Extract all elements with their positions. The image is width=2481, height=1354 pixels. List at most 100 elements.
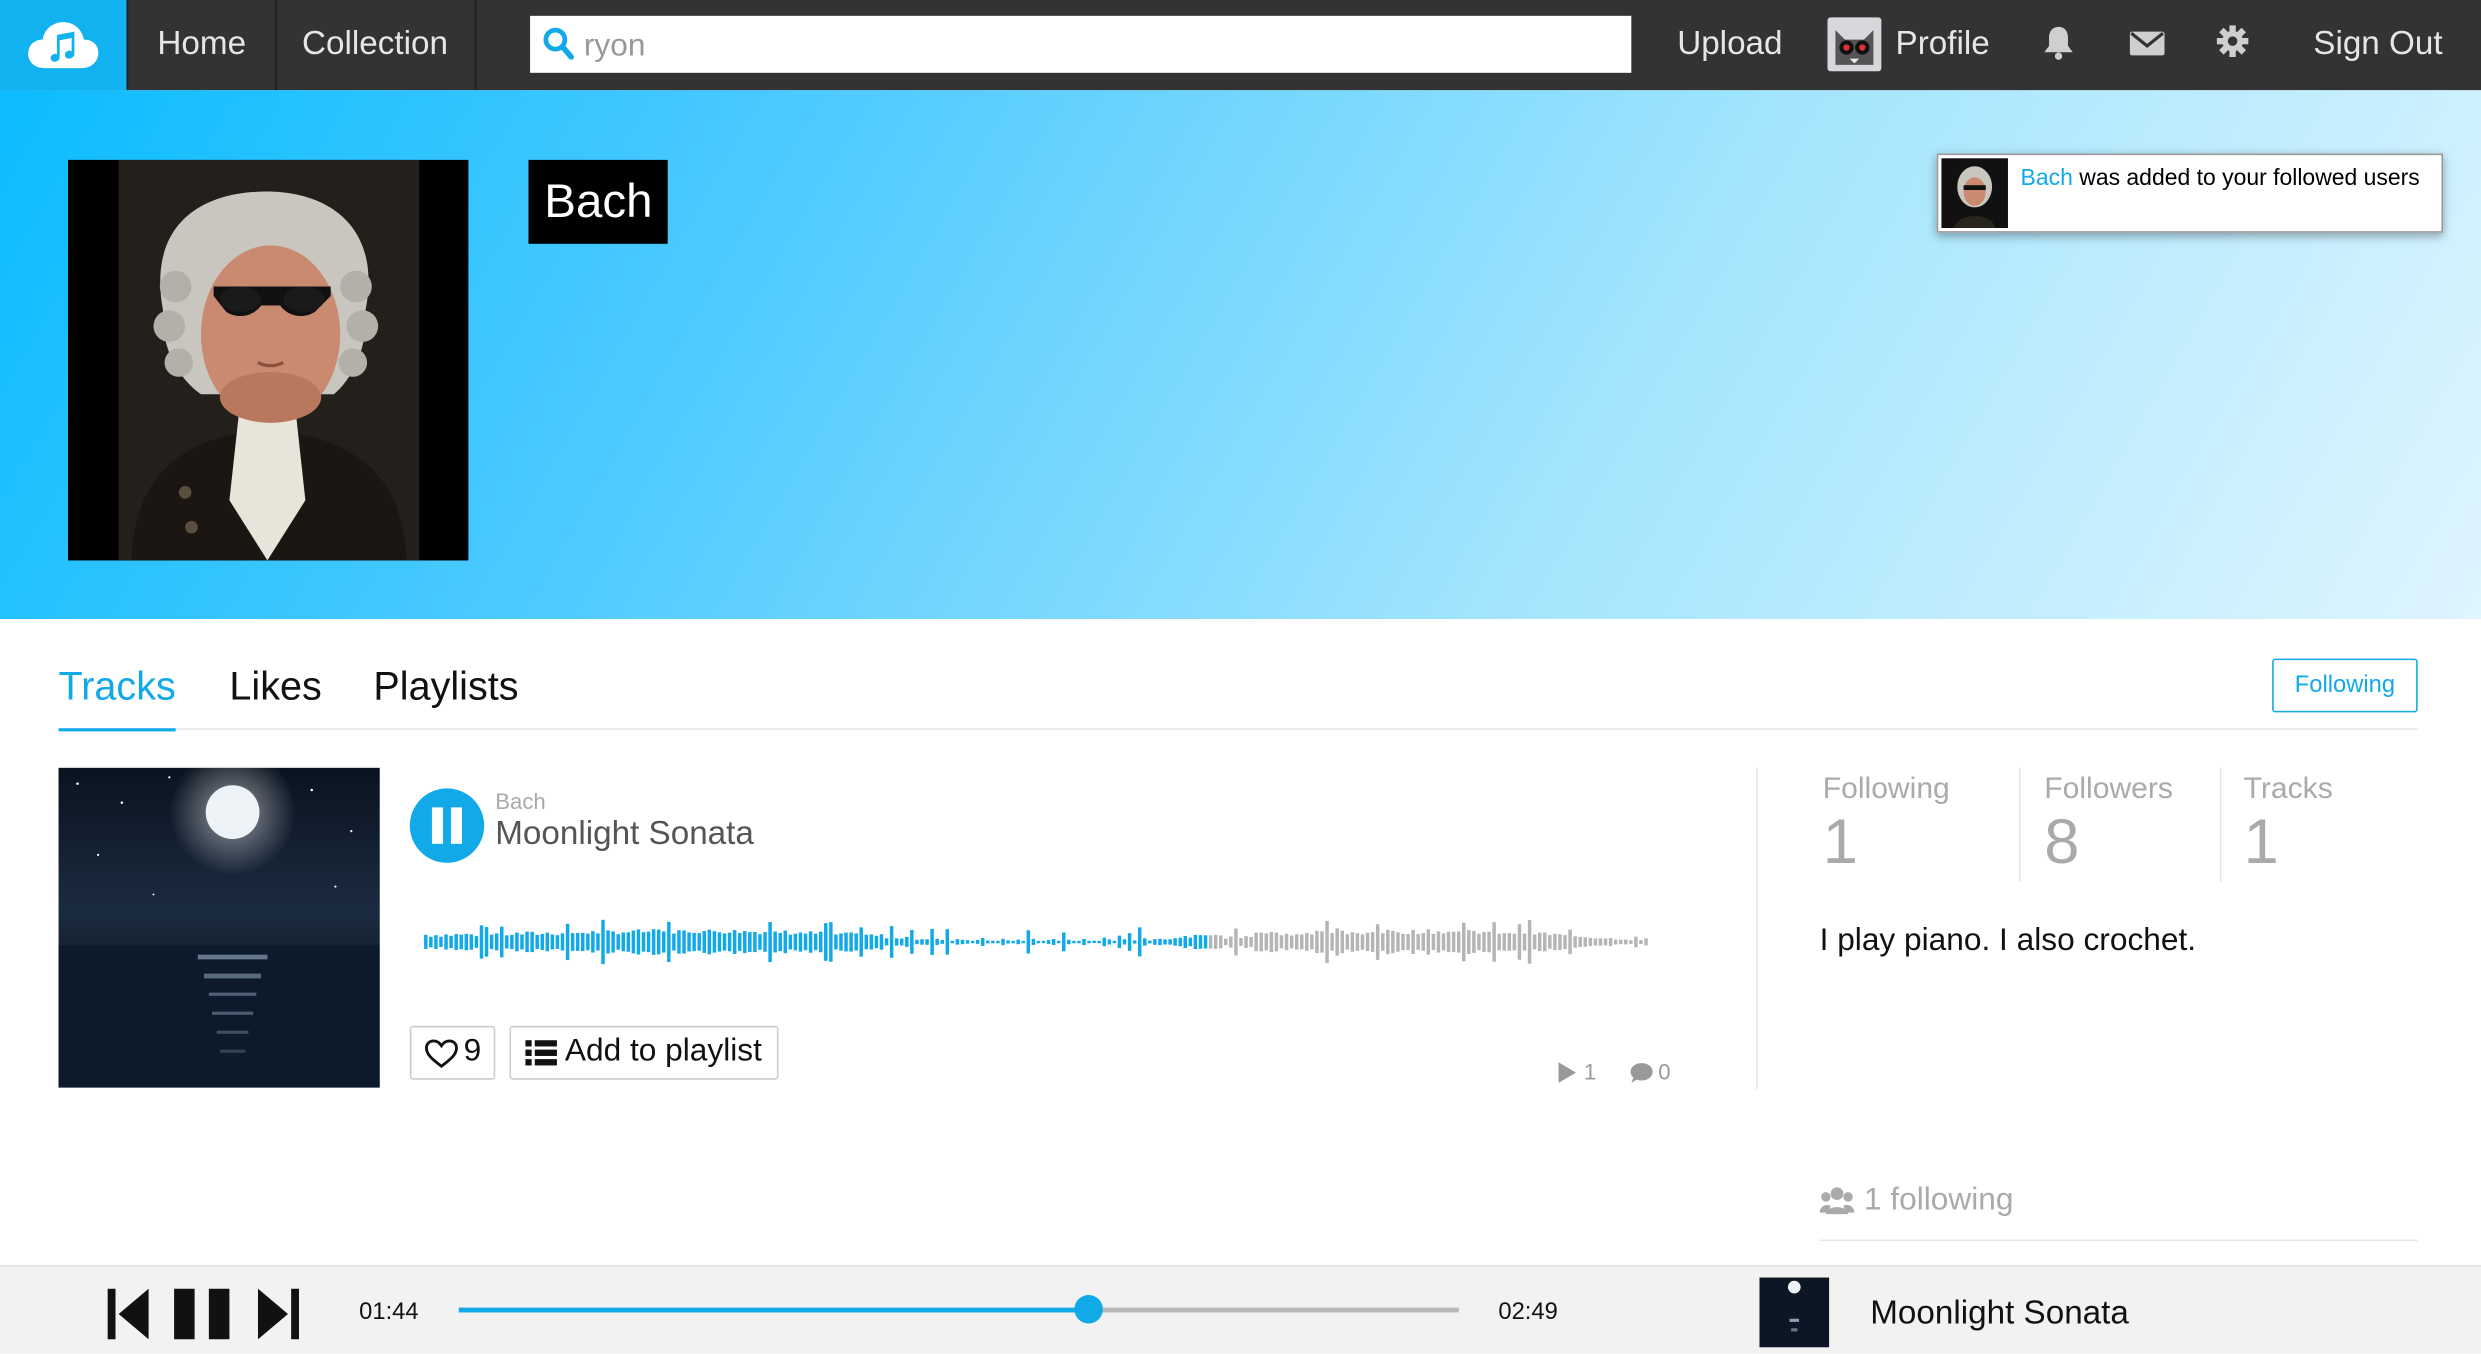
nav-sign-out-link[interactable]: Sign Out xyxy=(2313,0,2442,90)
tab-tracks[interactable]: Tracks xyxy=(58,665,176,732)
search-icon xyxy=(543,27,574,60)
bell-icon[interactable] xyxy=(2043,25,2075,60)
tab-playlists[interactable]: Playlists xyxy=(373,665,518,728)
waveform-bar xyxy=(515,932,519,952)
waveform-bar xyxy=(894,938,899,946)
waveform-bar xyxy=(1416,934,1420,950)
tab-likes[interactable]: Likes xyxy=(229,665,321,728)
waveform-bar xyxy=(1335,928,1339,956)
waveform-bar xyxy=(930,928,934,955)
profile-banner: Bach Bach was added to your followed use… xyxy=(0,90,2481,620)
waveform-bar xyxy=(550,934,555,950)
notification-toast[interactable]: Bach was added to your followed users xyxy=(1936,153,2444,233)
tracks-stat-count[interactable]: 1 xyxy=(2244,807,2279,878)
waveform-bar xyxy=(677,930,681,954)
waveform-bar xyxy=(570,933,575,951)
bach-thumbnail-image xyxy=(1941,158,2008,228)
followers-stat-count[interactable]: 8 xyxy=(2044,807,2079,878)
following-summary-text: 1 following xyxy=(1863,1182,2014,1218)
player-artwork[interactable] xyxy=(1759,1277,1830,1348)
waveform-bar xyxy=(1598,938,1603,946)
waveform-bar xyxy=(1143,938,1147,946)
waveform-bar xyxy=(889,926,894,958)
waveform-bar xyxy=(596,933,600,951)
waveform-bar xyxy=(1436,931,1441,953)
waveform-bar xyxy=(1299,934,1304,950)
heart-icon xyxy=(424,1039,458,1069)
following-button[interactable]: Following xyxy=(2272,658,2418,713)
waveform-bar xyxy=(1613,939,1618,945)
waveform-bar xyxy=(1553,933,1557,951)
waveform-bar xyxy=(996,940,1000,944)
like-button[interactable]: 9 xyxy=(409,1025,496,1080)
waveform-bar xyxy=(606,930,610,954)
waveform-bar xyxy=(1472,930,1476,953)
waveform-bar xyxy=(636,929,641,955)
notification-user-link[interactable]: Bach xyxy=(2021,166,2073,191)
waveform-bar xyxy=(1522,933,1527,951)
waveform-bar xyxy=(1446,931,1451,953)
waveform-bar xyxy=(854,933,858,951)
nav-upload-link[interactable]: Upload xyxy=(1677,0,1782,90)
waveform-bar xyxy=(469,934,474,950)
player-track-title[interactable]: Moonlight Sonata xyxy=(1870,1295,2129,1333)
progress-handle[interactable] xyxy=(1074,1295,1104,1324)
waveform-bar xyxy=(788,934,793,950)
waveform-bar xyxy=(1507,933,1512,951)
track-artwork[interactable] xyxy=(58,767,380,1088)
waveform-bar xyxy=(1532,934,1537,950)
waveform-bar xyxy=(454,934,458,951)
waveform-bar xyxy=(1305,933,1309,951)
waveform-bar xyxy=(1264,933,1269,951)
track-waveform[interactable] xyxy=(424,887,1658,998)
add-to-playlist-button[interactable]: Add to playlist xyxy=(509,1025,779,1080)
next-icon[interactable] xyxy=(257,1288,300,1340)
gear-icon[interactable] xyxy=(2216,25,2249,57)
waveform-bar xyxy=(1462,922,1466,962)
logo[interactable] xyxy=(0,0,127,91)
previous-icon[interactable] xyxy=(107,1288,149,1340)
waveform-bar xyxy=(1254,932,1258,952)
waveform-bar xyxy=(434,935,438,949)
waveform-bar xyxy=(1259,932,1263,952)
waveform-bar xyxy=(575,932,580,951)
nav-profile-link[interactable]: Profile xyxy=(1896,0,1990,90)
waveform-bar xyxy=(1355,933,1360,951)
pause-icon[interactable] xyxy=(174,1288,231,1340)
waveform-bar xyxy=(1041,940,1046,944)
waveform-bar xyxy=(581,932,585,951)
waveform-bar xyxy=(1183,935,1188,948)
waveform-bar xyxy=(1502,933,1507,951)
progress-bar[interactable] xyxy=(458,1295,1459,1324)
waveform-bar xyxy=(1056,940,1061,944)
waveform-bar xyxy=(940,940,944,944)
track-title-link[interactable]: Moonlight Sonata xyxy=(495,815,754,853)
waveform-bar xyxy=(1634,936,1638,948)
waveform-bar xyxy=(545,932,550,952)
nav-home-link[interactable]: Home xyxy=(126,0,277,91)
search-box[interactable] xyxy=(530,15,1632,73)
track-artist-link[interactable]: Bach xyxy=(495,788,546,813)
waveform-bar xyxy=(1046,940,1051,944)
play-count-icon xyxy=(1558,1062,1576,1083)
waveform-bar xyxy=(1127,933,1132,951)
waveform-bar xyxy=(1011,940,1015,944)
waveform-bar xyxy=(1026,930,1031,954)
waveform-bar xyxy=(1639,940,1643,945)
waveform-bar xyxy=(1087,940,1091,944)
current-time: 01:44 xyxy=(359,1298,419,1326)
avatar[interactable] xyxy=(1827,17,1882,72)
stat-divider xyxy=(2219,767,2222,882)
waveform-bar xyxy=(1543,932,1547,952)
waveform-bar xyxy=(525,931,529,953)
waveform-bar xyxy=(717,932,722,952)
waveform-bar xyxy=(1269,931,1274,953)
envelope-icon[interactable] xyxy=(2129,28,2165,56)
waveform-bar xyxy=(727,932,732,952)
nav-collection-link[interactable]: Collection xyxy=(275,0,477,91)
waveform-bar xyxy=(945,929,950,955)
search-input[interactable] xyxy=(580,22,1616,70)
pause-button[interactable] xyxy=(409,788,485,863)
following-stat-count[interactable]: 1 xyxy=(1823,807,1858,878)
waveform-bar xyxy=(1310,934,1314,950)
